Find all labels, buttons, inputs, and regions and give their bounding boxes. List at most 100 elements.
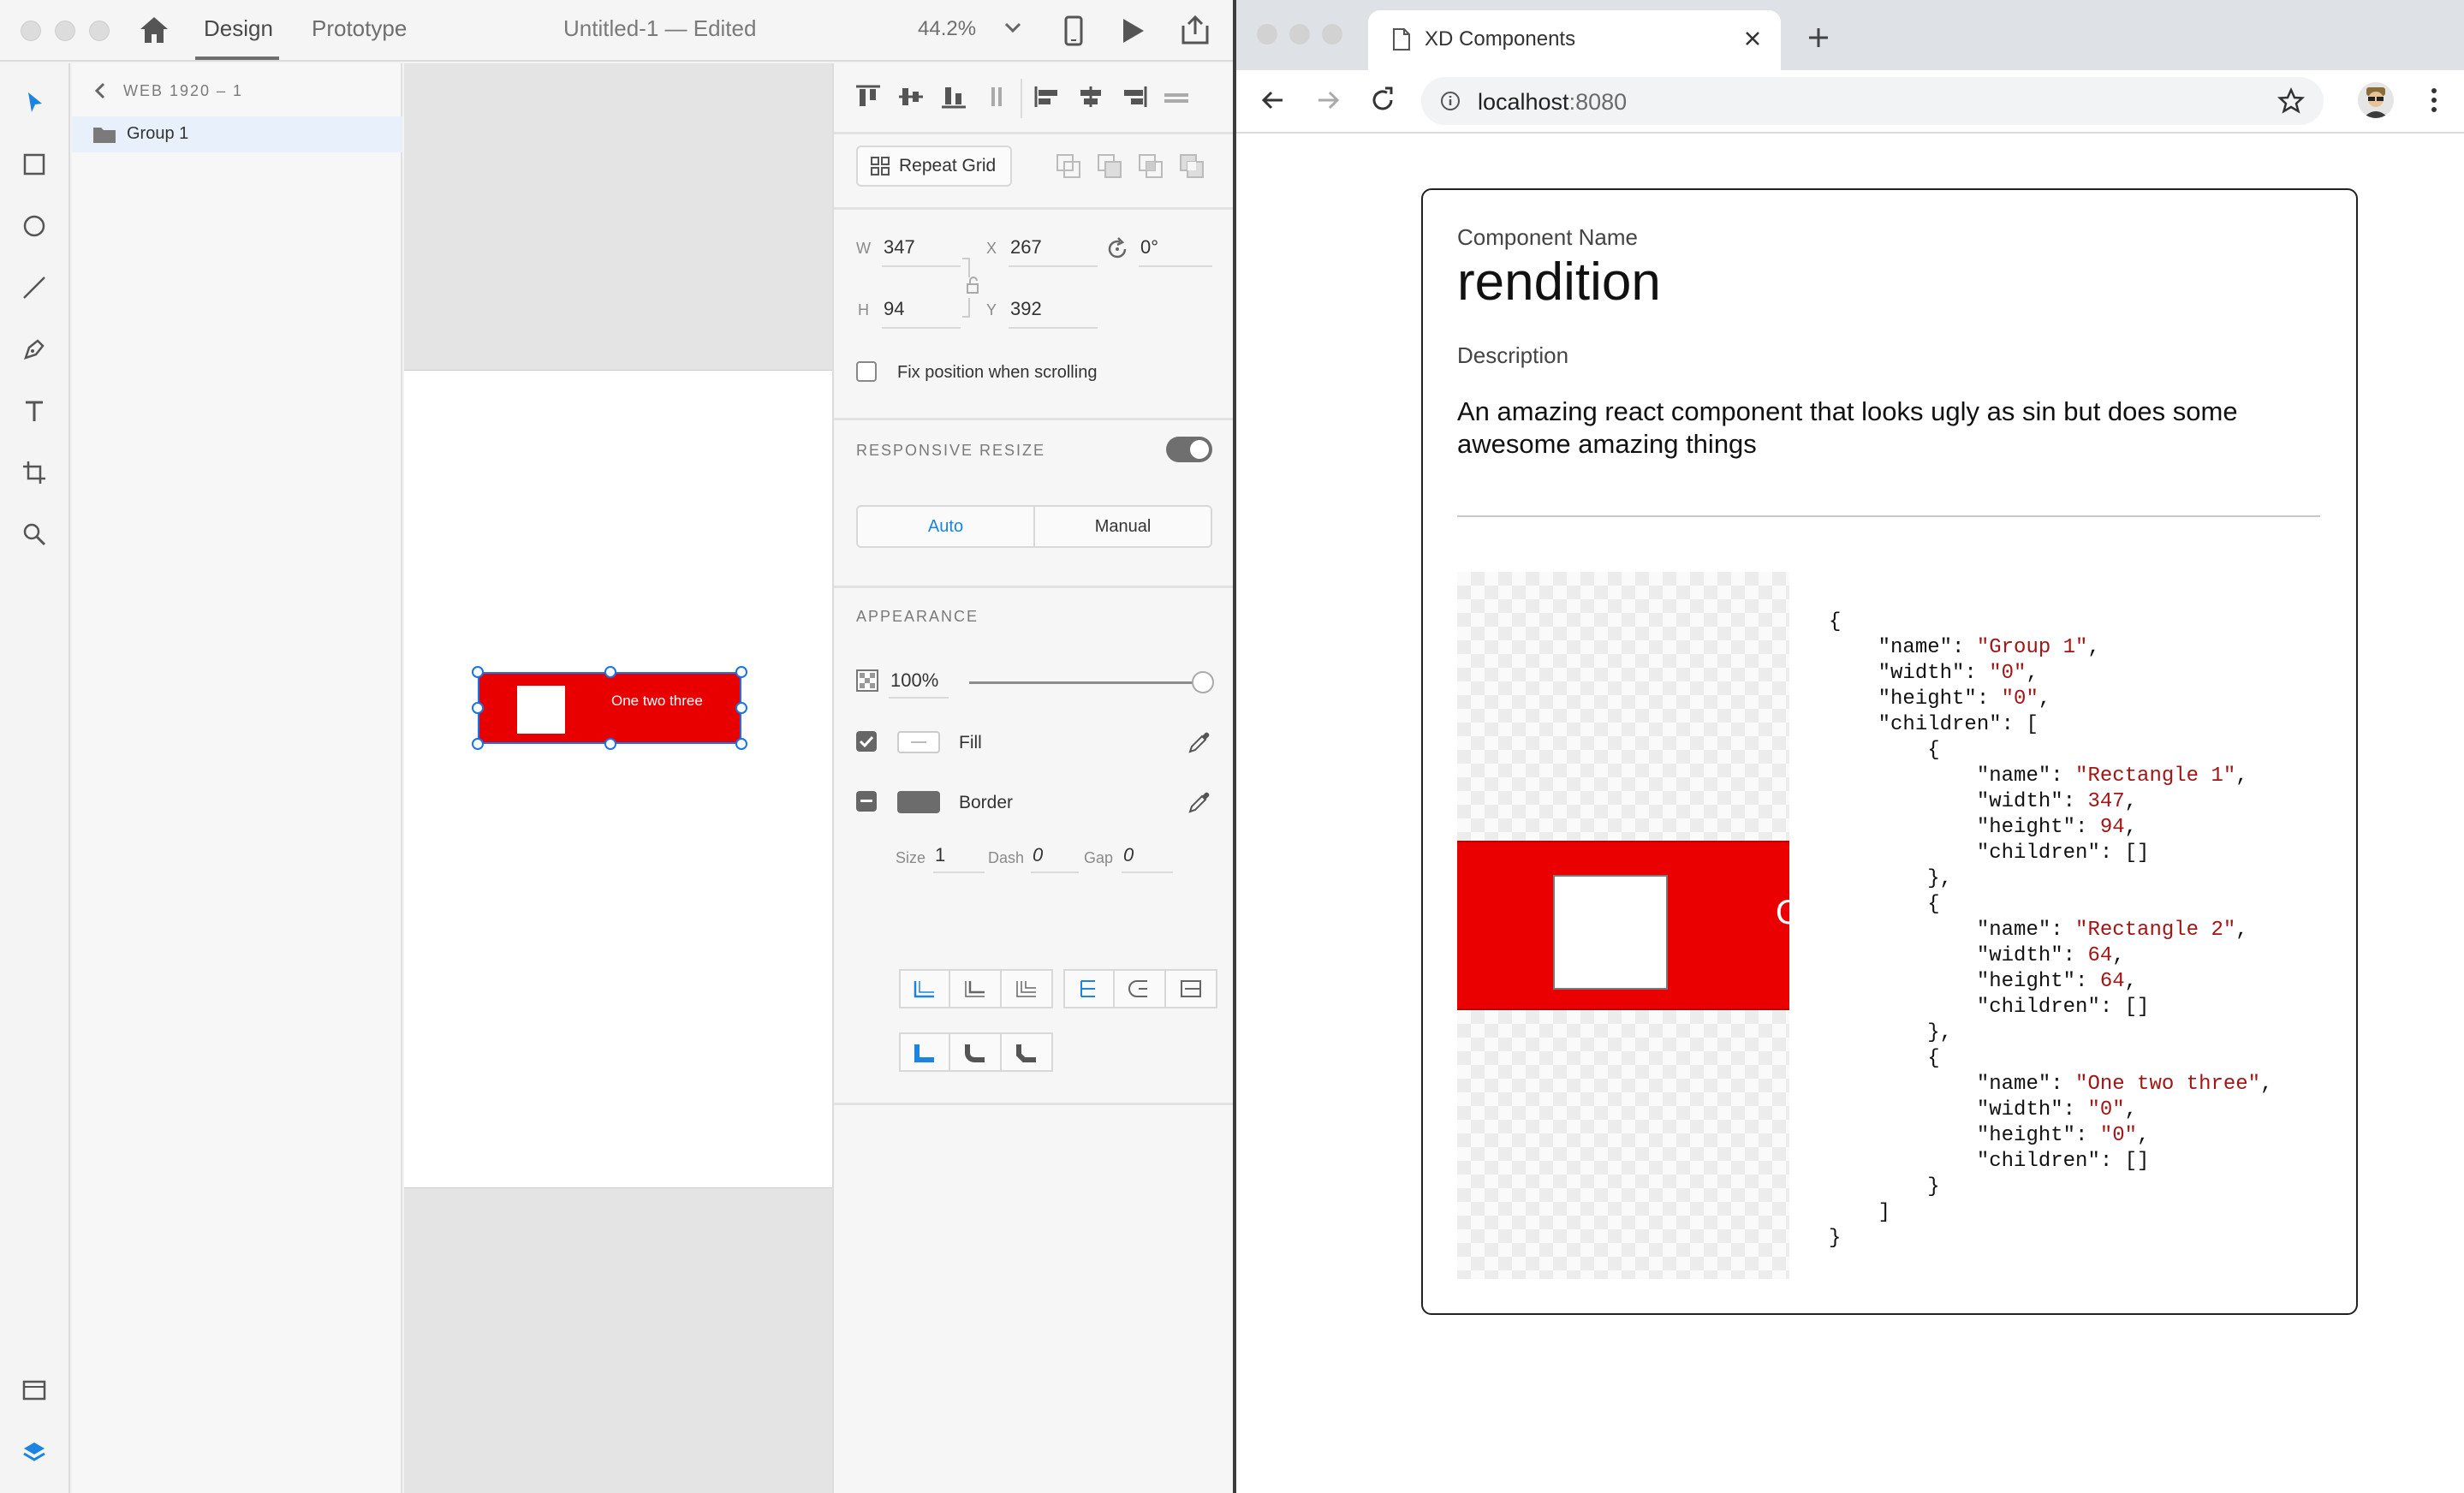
close-window-button[interactable] xyxy=(1257,24,1277,45)
resize-manual-option[interactable]: Manual xyxy=(1035,507,1211,546)
artboard[interactable]: One two three xyxy=(404,370,832,1188)
design-canvas[interactable]: One two three xyxy=(404,63,832,1493)
opacity-slider-thumb[interactable] xyxy=(1192,671,1214,693)
border-swatch[interactable] xyxy=(897,791,940,813)
artboard-text[interactable]: One two three xyxy=(611,693,703,710)
resize-handle[interactable] xyxy=(735,738,747,750)
round-join-icon[interactable] xyxy=(950,1032,1002,1072)
resize-handle[interactable] xyxy=(472,666,484,678)
miter-join-icon[interactable] xyxy=(899,1032,950,1072)
boolean-add-icon[interactable] xyxy=(1055,152,1082,180)
address-bar[interactable]: localhost:8080 xyxy=(1421,77,2324,125)
border-size-field[interactable]: 1 xyxy=(935,844,945,866)
select-tool-icon[interactable] xyxy=(19,87,50,118)
bookmark-star-icon[interactable] xyxy=(2277,86,2306,119)
artboard-breadcrumb[interactable]: WEB 1920 – 1 xyxy=(123,82,243,100)
responsive-resize-toggle[interactable] xyxy=(1166,437,1212,462)
play-icon[interactable] xyxy=(1120,17,1146,49)
selected-group[interactable]: One two three xyxy=(478,672,741,744)
info-icon[interactable] xyxy=(1440,91,1461,116)
align-center-icon[interactable] xyxy=(1075,84,1106,110)
chevron-down-icon[interactable] xyxy=(1003,21,1022,39)
new-tab-icon[interactable] xyxy=(1806,26,1830,54)
center-stroke-icon[interactable] xyxy=(1002,969,1053,1008)
assets-panel-icon[interactable] xyxy=(19,1375,50,1406)
boolean-subtract-icon[interactable] xyxy=(1096,152,1123,180)
layers-panel-icon[interactable] xyxy=(19,1436,50,1467)
stroke-join-group xyxy=(899,1032,1053,1072)
opacity-slider-track[interactable] xyxy=(969,681,1205,684)
tab-design[interactable]: Design xyxy=(204,15,273,42)
repeat-grid-button[interactable]: Repeat Grid xyxy=(856,146,1012,187)
tab-prototype[interactable]: Prototype xyxy=(312,15,407,42)
resize-handle[interactable] xyxy=(472,738,484,750)
inner-stroke-icon[interactable] xyxy=(899,969,950,1008)
back-arrow-icon[interactable] xyxy=(1259,86,1288,119)
zoom-window-button[interactable] xyxy=(1322,24,1342,45)
resize-handle[interactable] xyxy=(735,666,747,678)
reload-icon[interactable] xyxy=(1368,86,1397,119)
rotation-field[interactable]: 0° xyxy=(1140,236,1158,259)
minimize-window-button[interactable] xyxy=(55,21,75,41)
close-tab-icon[interactable] xyxy=(1743,29,1762,52)
zoom-window-button[interactable] xyxy=(89,21,110,41)
fix-position-checkbox[interactable] xyxy=(856,361,877,382)
align-bottom-icon[interactable] xyxy=(938,84,969,110)
opacity-field[interactable]: 100% xyxy=(890,669,938,692)
butt-cap-icon[interactable] xyxy=(1063,969,1115,1008)
boolean-exclude-icon[interactable] xyxy=(1178,152,1205,180)
menu-kebab-icon[interactable] xyxy=(2430,86,2438,119)
resize-handle[interactable] xyxy=(604,666,616,678)
json-token: , xyxy=(2038,687,2051,711)
rectangle-2[interactable] xyxy=(517,686,565,734)
boolean-intersect-icon[interactable] xyxy=(1137,152,1164,180)
x-field[interactable]: 267 xyxy=(1010,236,1042,259)
align-middle-icon[interactable] xyxy=(896,84,926,110)
resize-handle[interactable] xyxy=(735,702,747,714)
eyedropper-icon[interactable] xyxy=(1187,729,1212,759)
distribute-vertical-icon[interactable] xyxy=(981,84,1012,110)
artboard-tool-icon[interactable] xyxy=(19,457,50,488)
align-left-icon[interactable] xyxy=(1033,84,1063,110)
height-field[interactable]: 94 xyxy=(884,298,904,320)
y-field[interactable]: 392 xyxy=(1010,298,1042,320)
avatar[interactable] xyxy=(2358,82,2394,118)
component-preview: One two three xyxy=(1457,572,1789,1279)
share-icon[interactable] xyxy=(1180,14,1211,51)
border-checkbox[interactable] xyxy=(856,791,877,812)
layer-row-group[interactable]: Group 1 xyxy=(72,116,402,152)
dash-field[interactable]: 0 xyxy=(1033,844,1043,866)
fill-checkbox[interactable] xyxy=(856,731,877,752)
lock-aspect-icon[interactable] xyxy=(961,253,983,326)
forward-arrow-icon[interactable] xyxy=(1313,86,1342,119)
round-cap-icon[interactable] xyxy=(1115,969,1166,1008)
align-top-icon[interactable] xyxy=(853,84,884,110)
close-window-button[interactable] xyxy=(21,21,41,41)
fill-swatch[interactable] xyxy=(897,731,940,753)
outer-stroke-icon[interactable] xyxy=(950,969,1002,1008)
resize-handle[interactable] xyxy=(604,738,616,750)
zoom-tool-icon[interactable] xyxy=(19,519,50,550)
eyedropper-icon[interactable] xyxy=(1187,789,1212,819)
back-chevron-icon[interactable] xyxy=(94,82,106,104)
distribute-horizontal-icon[interactable] xyxy=(1161,84,1192,110)
ellipse-tool-icon[interactable] xyxy=(19,211,50,241)
browser-tab[interactable]: XD Components xyxy=(1368,10,1781,70)
align-horizontal-toolbar xyxy=(1033,84,1192,110)
text-tool-icon[interactable] xyxy=(19,396,50,426)
width-field[interactable]: 347 xyxy=(884,236,915,259)
layers-panel: WEB 1920 – 1 Group 1 xyxy=(72,63,402,1493)
pen-tool-icon[interactable] xyxy=(19,334,50,365)
minimize-window-button[interactable] xyxy=(1289,24,1310,45)
bevel-join-icon[interactable] xyxy=(1002,1032,1053,1072)
square-cap-icon[interactable] xyxy=(1166,969,1217,1008)
home-icon[interactable] xyxy=(139,15,170,49)
rectangle-tool-icon[interactable] xyxy=(19,149,50,180)
device-preview-icon[interactable] xyxy=(1063,15,1084,51)
zoom-level[interactable]: 44.2% xyxy=(918,17,976,41)
line-tool-icon[interactable] xyxy=(19,272,50,303)
align-right-icon[interactable] xyxy=(1118,84,1149,110)
gap-field[interactable]: 0 xyxy=(1123,844,1134,866)
resize-handle[interactable] xyxy=(472,702,484,714)
resize-auto-option[interactable]: Auto xyxy=(858,507,1035,546)
